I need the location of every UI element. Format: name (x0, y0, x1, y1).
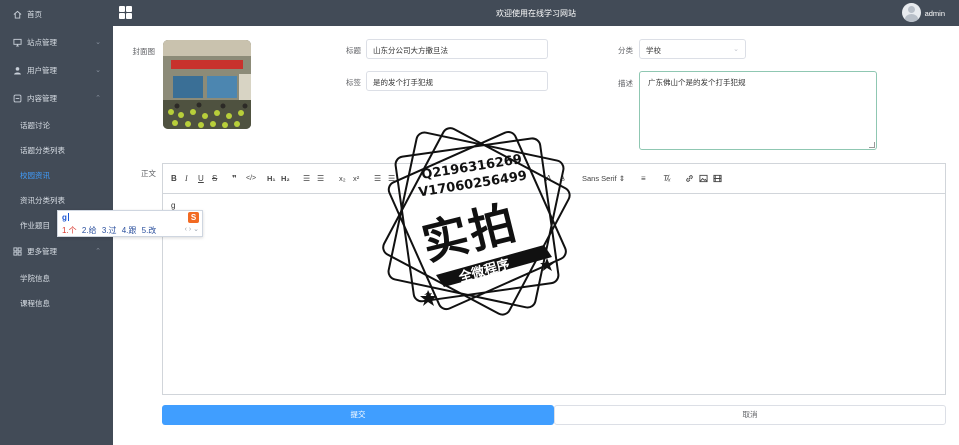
title-label: 标题 (346, 46, 361, 55)
chevron-up-icon: ⌃ (95, 95, 101, 102)
category-selected-value: 学校 (646, 46, 661, 55)
resize-handle-icon[interactable] (869, 142, 875, 148)
ime-candidate[interactable]: 1.个 (62, 226, 77, 235)
sidebar-item-courses[interactable]: 课程信息 (0, 293, 113, 313)
sidebar-item-label: 话题讨论 (20, 120, 50, 130)
heading2-button[interactable]: H₂ (281, 174, 290, 184)
ordered-list-icon[interactable]: ☰ (303, 174, 310, 184)
cover-label: 封面图 (132, 47, 156, 56)
video-icon[interactable] (713, 174, 722, 184)
sidebar-item-campus-news[interactable]: 校园资讯 (0, 165, 113, 185)
watermark-stamp: Q2196316269 V17060256499 实拍 全微程序 (366, 125, 596, 325)
home-icon (12, 9, 22, 19)
ime-candidates: 1.个 2.给 3.过 4.跟 5.改 (62, 225, 159, 236)
page-title: 欢迎使用在线学习网站 (496, 9, 576, 18)
submit-button[interactable]: 提交 (162, 405, 554, 425)
ime-candidate[interactable]: 4.跟 (122, 226, 137, 235)
sidebar-item-site[interactable]: 站点管理 ⌄ (0, 31, 113, 53)
content-icon (12, 93, 22, 103)
ime-candidate-popup: g S 1.个 2.给 3.过 4.跟 5.改 ‹ › ⌄ (57, 210, 203, 237)
category-select[interactable]: 学校 ⌄ (639, 39, 746, 59)
chevron-down-icon: ⌄ (95, 67, 101, 74)
sidebar-item-label: 话题分类列表 (20, 145, 65, 155)
blockquote-icon[interactable]: ❞ (232, 174, 237, 184)
sidebar-item-news-categories[interactable]: 资讯分类列表 (0, 190, 113, 210)
chevron-down-icon: ⌄ (733, 46, 739, 53)
ime-candidate[interactable]: 2.给 (82, 226, 97, 235)
chevron-up-icon: ⌃ (95, 248, 101, 255)
sidebar-item-content[interactable]: 内容管理 ⌃ (0, 87, 113, 109)
description-textarea[interactable]: 广东佛山个是的发个打手犯规 (639, 71, 877, 150)
ime-candidate[interactable]: 3.过 (102, 226, 117, 235)
sidebar-item-home[interactable]: 首页 (0, 3, 113, 25)
avatar[interactable] (902, 3, 921, 22)
sidebar-item-label: 资讯分类列表 (20, 195, 65, 205)
description-label: 描述 (618, 79, 633, 88)
strike-button[interactable]: S (212, 174, 217, 184)
italic-button[interactable]: I (185, 174, 188, 184)
code-icon[interactable]: </> (246, 174, 256, 184)
sidebar-item-label: 用户管理 (27, 65, 57, 75)
cover-image[interactable] (163, 40, 251, 129)
cancel-button[interactable]: 取消 (554, 405, 946, 425)
sidebar-item-label: 站点管理 (27, 37, 57, 47)
description-text: 广东佛山个是的发个打手犯规 (648, 78, 746, 87)
sidebar-item-more[interactable]: 更多管理 ⌃ (0, 240, 113, 262)
title-input[interactable]: 山东分公司大方撒旦法 (366, 39, 548, 59)
link-icon[interactable] (685, 174, 694, 184)
sidebar-item-label: 校园资讯 (20, 170, 50, 180)
superscript-button[interactable]: x² (353, 174, 359, 184)
username[interactable]: admin (925, 9, 945, 18)
bullet-list-icon[interactable]: ☰ (317, 174, 324, 184)
ime-page-nav-icon[interactable]: ‹ › ⌄ (185, 225, 199, 233)
content-label: 正文 (141, 169, 156, 178)
sidebar-item-label: 作业题目 (20, 220, 50, 230)
underline-button[interactable]: U (198, 174, 204, 184)
clear-format-icon[interactable]: T̸ₓ (663, 174, 671, 184)
bold-button[interactable]: B (171, 174, 177, 184)
category-label: 分类 (618, 46, 633, 55)
subscript-button[interactable]: x₂ (339, 174, 346, 184)
image-icon[interactable] (699, 174, 708, 184)
top-header: 欢迎使用在线学习网站 admin (113, 0, 959, 26)
sidebar-item-label: 学院信息 (20, 273, 50, 283)
more-icon (12, 246, 22, 256)
tag-input[interactable]: 是的发个打手犯规 (366, 71, 548, 91)
sidebar-item-topic-categories[interactable]: 话题分类列表 (0, 140, 113, 160)
sidebar-item-label: 更多管理 (27, 246, 57, 256)
sidebar-item-topics[interactable]: 话题讨论 (0, 115, 113, 135)
chevron-down-icon: ⌄ (95, 39, 101, 46)
desktop-icon (12, 37, 22, 47)
sidebar-item-label: 首页 (27, 9, 42, 19)
sidebar-item-label: 课程信息 (20, 298, 50, 308)
sidebar-item-college[interactable]: 学院信息 (0, 268, 113, 288)
editor-typed-text: g (171, 201, 176, 210)
ime-input-text: g (62, 213, 67, 222)
heading1-button[interactable]: H₁ (267, 174, 276, 184)
ime-logo-icon: S (188, 212, 199, 223)
user-icon (12, 65, 22, 75)
align-icon[interactable]: ≡ (641, 174, 646, 184)
sidebar-item-label: 内容管理 (27, 93, 57, 103)
ime-candidate[interactable]: 5.改 (142, 226, 157, 235)
sidebar-item-users[interactable]: 用户管理 ⌄ (0, 59, 113, 81)
tag-label: 标签 (346, 78, 361, 87)
